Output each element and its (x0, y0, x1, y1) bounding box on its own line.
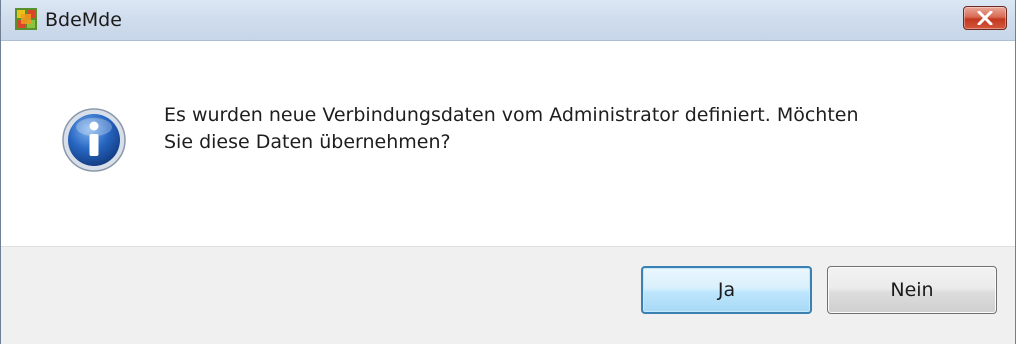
dialog-message: Es wurden neue Verbindungsdaten vom Admi… (164, 102, 964, 156)
no-button[interactable]: Nein (827, 266, 997, 314)
message-line-2: Sie diese Daten übernehmen? (164, 131, 451, 153)
close-button[interactable] (963, 6, 1007, 30)
close-icon (977, 11, 993, 25)
dialog-content: Es wurden neue Verbindungsdaten vom Admi… (1, 41, 1015, 246)
button-bar: Ja Nein (1, 246, 1015, 344)
dialog-window: BdeMde Es wurden neue Verbindungsdaten v… (0, 0, 1016, 344)
window-title: BdeMde (45, 9, 122, 31)
app-icon (15, 8, 37, 30)
info-icon (61, 107, 127, 173)
message-line-1: Es wurden neue Verbindungsdaten vom Admi… (164, 104, 859, 126)
title-bar[interactable]: BdeMde (1, 0, 1015, 41)
yes-button[interactable]: Ja (641, 266, 812, 314)
